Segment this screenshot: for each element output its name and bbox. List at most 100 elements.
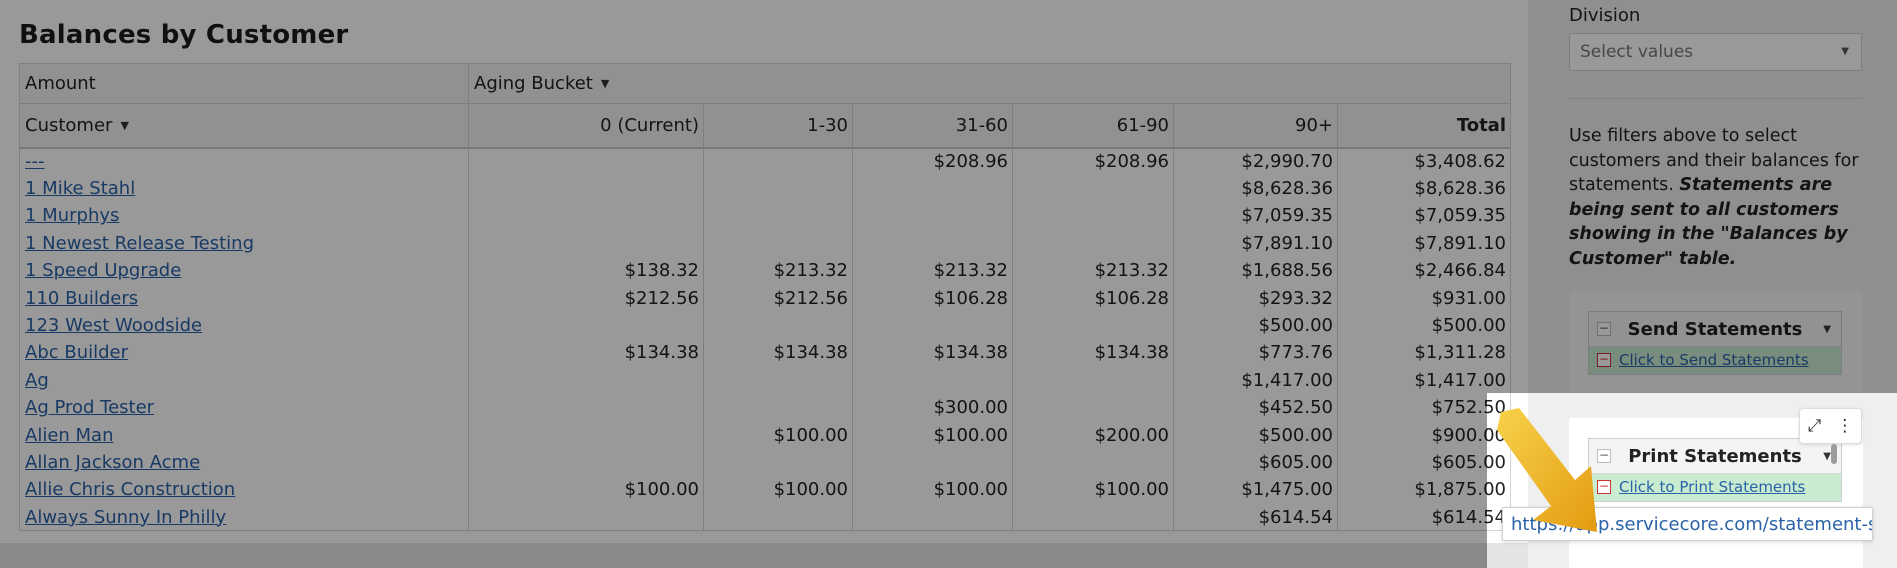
scrollbar-thumb[interactable] <box>1831 444 1837 464</box>
customer-cell: Alien Man <box>19 421 469 449</box>
value-cell <box>703 503 853 532</box>
column-header: Total <box>1337 103 1511 149</box>
customer-cell: Always Sunny In Philly <box>19 503 469 532</box>
minus-icon[interactable]: − <box>1597 480 1611 494</box>
table-row: 1 Speed Upgrade $138.32 $213.32 $213.32 $213… <box>19 257 1511 285</box>
table-row: --- $208.96 $208.96 $2,990.70 $3,408.62 <box>19 147 1511 175</box>
value-cell: $212.56 <box>703 284 853 312</box>
value-cell: $213.32 <box>1012 257 1174 285</box>
value-cell <box>703 147 853 175</box>
value-cell <box>703 448 853 477</box>
value-cell: $100.00 <box>852 476 1013 504</box>
value-cell: $100.00 <box>703 476 853 504</box>
customer-cell: --- <box>19 147 469 175</box>
value-cell: $2,990.70 <box>1173 147 1338 175</box>
column-header: 31-60 <box>852 103 1013 149</box>
customer-link[interactable]: 1 Mike Stahl <box>25 178 135 199</box>
table-row: 1 Newest Release Testing $7,891.10 $7,891.… <box>19 229 1511 258</box>
value-cell: $212.56 <box>468 284 704 312</box>
value-cell <box>1012 202 1174 230</box>
customer-link[interactable]: Abc Builder <box>25 342 128 363</box>
value-cell <box>852 366 1013 395</box>
value-cell <box>468 448 704 477</box>
customer-cell: Allan Jackson Acme <box>19 448 469 477</box>
customer-link[interactable]: Always Sunny In Philly <box>25 507 226 528</box>
value-cell: $7,891.10 <box>1337 229 1511 258</box>
print-statements-row: − Click to Print Statements <box>1589 474 1841 501</box>
customer-cell: Abc Builder <box>19 339 469 367</box>
print-statements-link[interactable]: Click to Print Statements <box>1619 478 1805 496</box>
customer-cell: Allie Chris Construction <box>19 476 469 504</box>
value-cell: $7,059.35 <box>1173 202 1338 230</box>
customer-cell: 123 West Woodside <box>19 311 469 340</box>
value-cell: $100.00 <box>468 476 704 504</box>
customer-header[interactable]: Customer ▼ <box>19 103 469 149</box>
more-options-icon[interactable]: ⋮ <box>1836 416 1853 436</box>
value-cell: $100.00 <box>852 421 1013 449</box>
print-statements-widget: − Print Statements ▼ − Click to Print St… <box>1588 438 1842 502</box>
division-label: Division <box>1569 5 1641 26</box>
customer-link[interactable]: Alien Man <box>25 425 114 446</box>
chevron-down-icon[interactable]: ▼ <box>1823 324 1831 335</box>
value-cell: $900.00 <box>1337 421 1511 449</box>
value-cell <box>852 202 1013 230</box>
value-cell: $500.00 <box>1173 421 1338 449</box>
value-cell <box>852 311 1013 340</box>
minus-icon[interactable]: − <box>1597 353 1611 367</box>
widget-header: − Print Statements ▼ <box>1589 439 1841 474</box>
customer-cell: 1 Speed Upgrade <box>19 257 469 285</box>
value-cell: $605.00 <box>1173 448 1338 477</box>
table-row: Allie Chris Construction $100.00 $100.00 $… <box>19 476 1511 504</box>
value-cell <box>468 174 704 203</box>
customer-link[interactable]: --- <box>25 151 45 172</box>
value-cell <box>468 421 704 449</box>
customer-link[interactable]: 1 Newest Release Testing <box>25 233 254 254</box>
chevron-down-icon[interactable]: ▼ <box>601 77 609 90</box>
value-cell <box>1012 311 1174 340</box>
value-cell: $2,466.84 <box>1337 257 1511 285</box>
value-cell: $1,417.00 <box>1337 366 1511 395</box>
customer-link[interactable]: Ag <box>25 370 49 391</box>
value-cell <box>468 229 704 258</box>
value-cell: $752.50 <box>1337 394 1511 422</box>
value-cell: $605.00 <box>1337 448 1511 477</box>
value-cell <box>1012 394 1174 422</box>
table-row: Ag $1,417.00 $1,417.00 <box>19 366 1511 395</box>
value-cell: $300.00 <box>852 394 1013 422</box>
value-cell <box>703 202 853 230</box>
table-row: Always Sunny In Philly $614.54 $614.54 <box>19 503 1511 532</box>
column-header: 61-90 <box>1012 103 1174 149</box>
customer-link[interactable]: 123 West Woodside <box>25 315 202 336</box>
page-title: Balances by Customer <box>19 20 349 50</box>
send-statements-card: − Send Statements ▼ − Click to Send Stat… <box>1569 291 1863 393</box>
value-cell <box>703 366 853 395</box>
customer-link[interactable]: 1 Murphys <box>25 205 119 226</box>
value-cell <box>703 394 853 422</box>
value-cell: $1,688.56 <box>1173 257 1338 285</box>
value-cell: $134.38 <box>703 339 853 367</box>
value-cell: $134.38 <box>1012 339 1174 367</box>
value-cell: $8,628.36 <box>1337 174 1511 203</box>
column-header-row: Customer ▼ 0 (Current) 1-30 31-60 61-90 9… <box>19 103 1511 149</box>
value-cell: $213.32 <box>703 257 853 285</box>
customer-link[interactable]: Allan Jackson Acme <box>25 452 200 473</box>
chevron-down-icon[interactable]: ▼ <box>120 119 128 132</box>
value-cell: $8,628.36 <box>1173 174 1338 203</box>
customer-link[interactable]: 1 Speed Upgrade <box>25 260 181 281</box>
send-statements-link[interactable]: Click to Send Statements <box>1619 351 1809 369</box>
customer-link[interactable]: Ag Prod Tester <box>25 397 154 418</box>
customer-link[interactable]: Allie Chris Construction <box>25 479 235 500</box>
table-row: Abc Builder $134.38 $134.38 $134.38 $134.38 $… <box>19 339 1511 367</box>
chevron-down-icon[interactable]: ▼ <box>1823 451 1831 462</box>
value-cell: $200.00 <box>1012 421 1174 449</box>
customer-link[interactable]: 110 Builders <box>25 288 138 309</box>
value-cell <box>468 366 704 395</box>
division-select[interactable]: Select values ▼ <box>1569 33 1862 71</box>
expand-icon[interactable]: ⤢ <box>1808 416 1822 436</box>
table-row: 1 Mike Stahl $8,628.36 $8,628.36 <box>19 174 1511 203</box>
value-cell <box>468 202 704 230</box>
aging-bucket-header[interactable]: Aging Bucket ▼ <box>468 63 1511 104</box>
value-cell: $7,059.35 <box>1337 202 1511 230</box>
help-text: Use filters above to select customers an… <box>1569 126 1859 269</box>
value-cell: $106.28 <box>1012 284 1174 312</box>
